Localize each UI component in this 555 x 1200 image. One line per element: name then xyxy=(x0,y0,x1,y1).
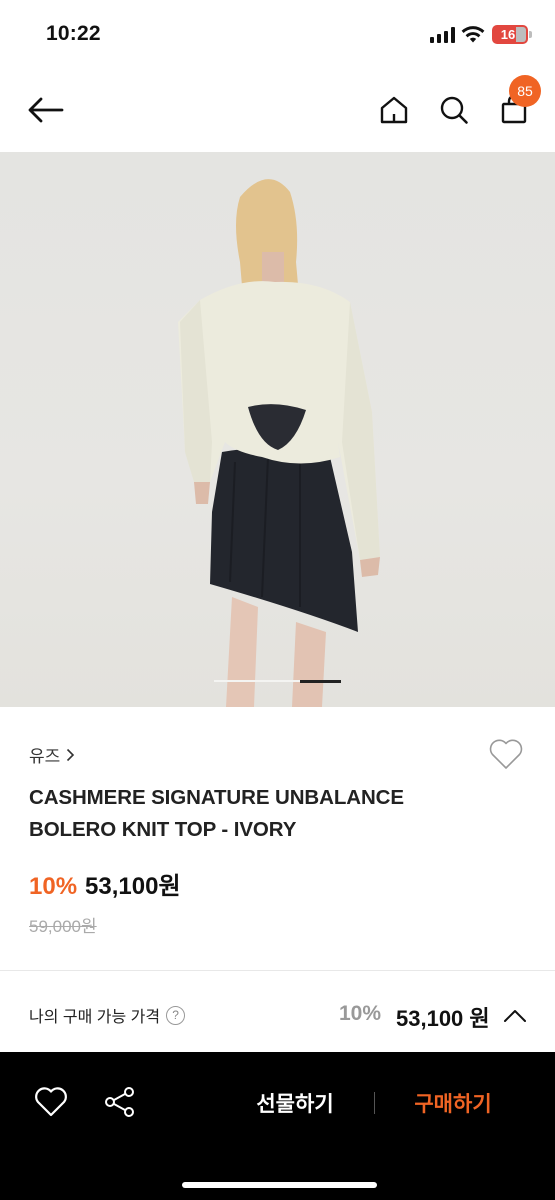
heart-icon xyxy=(35,1087,67,1117)
product-title-line-1: CASHMERE SIGNATURE UNBALANCE xyxy=(29,786,404,809)
share-button[interactable] xyxy=(102,1084,138,1120)
help-icon[interactable]: ? xyxy=(166,1005,186,1025)
discount-rate: 10% xyxy=(29,873,78,900)
product-title: CASHMERE SIGNATURE UNBALANCE BOLERO KNIT… xyxy=(29,782,489,846)
brand-name: 유즈 xyxy=(29,747,61,766)
product-image[interactable] xyxy=(0,152,555,707)
cellular-signal-icon xyxy=(430,27,456,43)
product-title-line-2: BOLERO KNIT TOP - IVORY xyxy=(29,818,297,841)
my-price-discount: 10% xyxy=(339,1002,382,1025)
expand-price-button[interactable] xyxy=(500,1001,530,1031)
app-header xyxy=(0,70,555,152)
home-indicator xyxy=(182,1182,377,1188)
my-price-row[interactable]: 나의 구매 가능 가격 ? 10% 53,100 원 xyxy=(0,971,555,1052)
price-row: 10% 53,100원 xyxy=(29,866,181,901)
home-button[interactable] xyxy=(372,88,416,132)
image-pager-active xyxy=(300,679,341,683)
sale-price: 53,100원 xyxy=(85,873,181,900)
chevron-up-icon xyxy=(504,1010,526,1022)
search-button[interactable] xyxy=(432,88,476,132)
product-photo xyxy=(178,179,380,707)
buy-button[interactable]: 구매하기 xyxy=(398,1088,508,1118)
image-pager xyxy=(214,679,341,683)
chevron-right-icon xyxy=(67,748,75,761)
back-button[interactable] xyxy=(22,88,70,132)
bottom-separator xyxy=(374,1092,375,1114)
gift-button[interactable]: 선물하기 xyxy=(240,1088,350,1118)
battery-level: 16 xyxy=(500,27,516,42)
battery-icon: 16 xyxy=(492,25,528,44)
my-price-label: 나의 구매 가능 가격 ? xyxy=(29,1003,186,1027)
search-icon xyxy=(440,96,468,124)
my-price-label-text: 나의 구매 가능 가격 xyxy=(29,1009,161,1026)
wifi-icon xyxy=(461,26,485,43)
home-icon xyxy=(380,96,408,124)
wishlist-button[interactable] xyxy=(487,735,525,773)
status-bar: 10:22 16 xyxy=(0,0,555,70)
arrow-left-icon xyxy=(28,97,64,123)
status-time: 10:22 xyxy=(46,22,101,45)
share-icon xyxy=(105,1087,134,1117)
original-price: 59,000원 xyxy=(29,917,97,936)
brand-link[interactable]: 유즈 xyxy=(29,742,75,767)
heart-icon xyxy=(489,739,523,769)
my-price-value: 53,100 원 xyxy=(396,1006,490,1031)
cart-count-badge: 85 xyxy=(509,75,541,107)
bottom-action-bar: 선물하기 구매하기 xyxy=(0,1052,555,1200)
bottom-wishlist-button[interactable] xyxy=(33,1084,69,1120)
